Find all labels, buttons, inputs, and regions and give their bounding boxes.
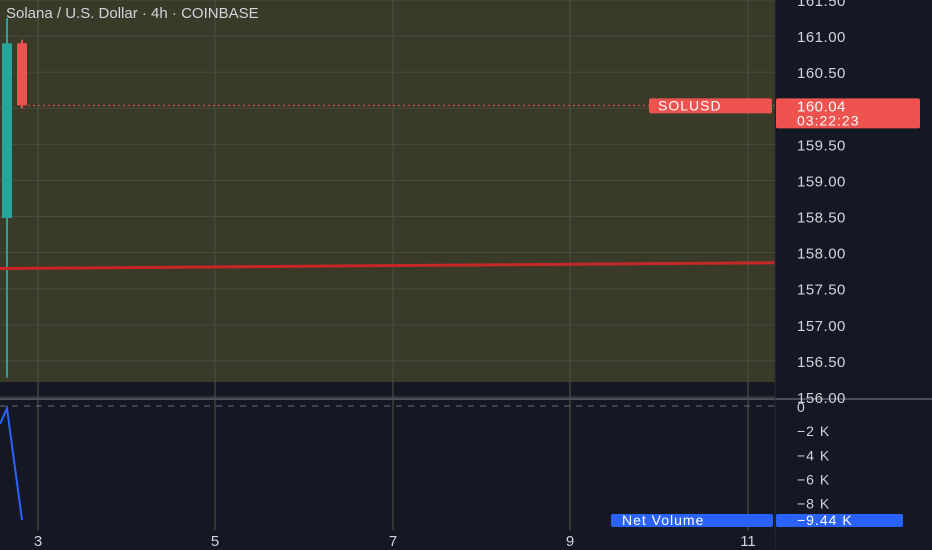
net-volume-line[interactable] xyxy=(0,404,23,521)
price-axis-tick-label: 161.50 xyxy=(797,0,846,10)
price-axis-tick-label: 157.50 xyxy=(797,282,846,299)
time-axis-tick-label: 3 xyxy=(34,533,42,550)
chart[interactable]: 161.50161.00160.50160.00159.50159.00158.… xyxy=(0,0,932,550)
time-axis-tick-label: 7 xyxy=(389,533,397,550)
net-volume-value: −9.44 K xyxy=(797,512,853,528)
price-axis-tick-label: 158.50 xyxy=(797,210,846,227)
price-axis-tick-label: 161.00 xyxy=(797,29,846,46)
price-axis-tick-label: 157.00 xyxy=(797,318,846,335)
volume-axis-tick-label: −6 K xyxy=(797,471,830,487)
symbol-tag-label: SOLUSD xyxy=(658,97,722,113)
net-volume-legend-label: Net Volume xyxy=(622,512,704,528)
price-axis-tick-label: 158.00 xyxy=(797,246,846,263)
time-axis[interactable]: 3 5 7 9 11 xyxy=(0,530,775,550)
price-axis-tick-label: 159.00 xyxy=(797,173,846,190)
volume-axis-tick-label: −8 K xyxy=(797,496,830,512)
time-axis-background xyxy=(0,530,775,550)
chart-title: Solana / U.S. Dollar · 4h · COINBASE xyxy=(6,5,259,22)
time-axis-tick-label: 11 xyxy=(740,533,756,550)
price-pane-strip xyxy=(0,382,775,398)
volume-axis-tick-label: 0 xyxy=(797,399,806,415)
candle-countdown: 03:22:23 xyxy=(797,112,860,128)
time-axis-tick-label: 5 xyxy=(211,533,219,550)
volume-axis-tick-label: −4 K xyxy=(797,447,830,463)
price-axis-tick-label: 159.50 xyxy=(797,137,846,154)
price-axis-tick-label: 156.50 xyxy=(797,354,846,371)
price-axis-tick-label: 160.50 xyxy=(797,65,846,82)
candle-body[interactable] xyxy=(17,43,27,106)
volume-axis-tick-label: −2 K xyxy=(797,423,830,439)
net-volume-pane[interactable]: 0 −2 K −4 K −6 K −8 K Net Volume −9.44 K xyxy=(0,399,903,528)
time-axis-tick-label: 9 xyxy=(566,533,574,550)
candle-body[interactable] xyxy=(2,43,12,218)
